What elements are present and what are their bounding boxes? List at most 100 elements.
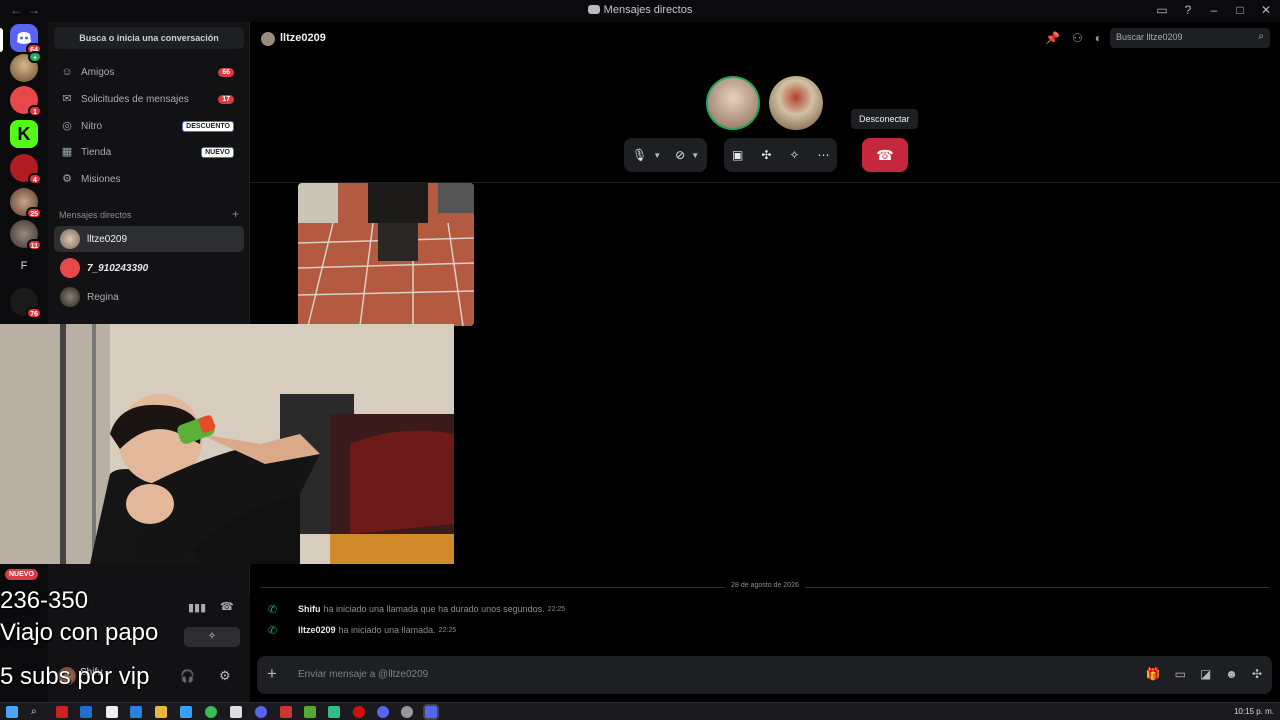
window-controls: ▭ ? – □ ✕: [1154, 2, 1274, 18]
headphones-icon[interactable]: 🎧: [180, 669, 195, 683]
taskbar-app[interactable]: [56, 706, 68, 718]
search-icon[interactable]: ⌕: [31, 706, 43, 718]
nav-label: Tienda: [81, 146, 112, 158]
message-author[interactable]: lltze0209: [298, 625, 336, 635]
dm-item[interactable]: 7_910243390: [54, 255, 244, 281]
soundboard-icon[interactable]: ✧: [789, 148, 799, 162]
channel-header: lltze0209 📌 ⚇ ◐ Buscar lltze0209 ⌕: [250, 22, 1280, 56]
screen-share-icon[interactable]: ▣: [732, 148, 743, 162]
phone-icon: ✆: [268, 624, 278, 637]
kick-server-icon[interactable]: K: [10, 120, 38, 148]
overlay-vip-text: 5 subs por vip: [0, 663, 150, 690]
dm-item[interactable]: lltze0209: [54, 226, 244, 252]
find-conversation-button[interactable]: Busca o inicia una conversación: [54, 27, 244, 49]
attach-plus-icon[interactable]: +: [267, 664, 277, 684]
steam-icon[interactable]: [80, 706, 92, 718]
disconnect-button[interactable]: ☎: [862, 138, 908, 172]
call-system-message: ✆ lltze0209 ha iniciado una llamada. 22:…: [268, 623, 456, 637]
file-explorer-icon[interactable]: [155, 706, 167, 718]
chevron-down-icon[interactable]: ▼: [691, 151, 699, 160]
home-dm-button[interactable]: 64: [10, 24, 42, 55]
chrome-icon[interactable]: [205, 706, 217, 718]
gif-icon[interactable]: ▭: [1175, 667, 1186, 681]
activities-icon[interactable]: ✣: [761, 148, 771, 162]
taskbar-app[interactable]: [328, 706, 340, 718]
server-dark[interactable]: 76: [10, 288, 42, 319]
server-avatar[interactable]: +: [10, 51, 42, 82]
start-windows-icon[interactable]: [6, 706, 18, 718]
nav-quests[interactable]: ⚙ Misiones: [54, 167, 244, 191]
attachment-image: [298, 183, 474, 326]
sticker-icon[interactable]: ◪: [1200, 667, 1211, 681]
discord-taskbar-icon[interactable]: [377, 706, 389, 718]
pin-icon[interactable]: 📌: [1045, 31, 1060, 45]
taskbar-app[interactable]: [180, 706, 192, 718]
server-photo-2[interactable]: 11: [10, 220, 42, 251]
message-author[interactable]: Shifu: [298, 604, 321, 614]
date-separator: 28 de agosto de 2026: [260, 582, 1270, 592]
nav-label: Solicitudes de mensajes: [81, 93, 189, 105]
message-text: ha iniciado una llamada que ha durado un…: [323, 604, 545, 614]
search-input[interactable]: Buscar lltze0209 ⌕: [1110, 28, 1270, 48]
taskbar-app[interactable]: [106, 706, 118, 718]
opera-icon[interactable]: [353, 706, 365, 718]
create-dm-plus-icon[interactable]: +: [232, 208, 239, 220]
discord-active-icon[interactable]: [423, 704, 439, 720]
server-discord-red[interactable]: 1: [10, 86, 42, 117]
voice-activity-icon: ▮▮▮: [188, 602, 207, 614]
message-composer[interactable]: + Enviar mensaje a @lltze0209 🎁 ▭ ◪ ☻ ✣: [257, 656, 1272, 694]
taskbar-app[interactable]: [255, 706, 267, 718]
dm-item[interactable]: Regina: [54, 284, 244, 310]
message-text: ha iniciado una llamada.: [338, 625, 436, 635]
settings-gear-icon[interactable]: ⚙: [219, 668, 231, 684]
nav-label: Misiones: [81, 173, 121, 185]
server-red[interactable]: 4: [10, 154, 42, 185]
dm-name: lltze0209: [87, 233, 128, 245]
minimize-button[interactable]: –: [1206, 2, 1222, 18]
nav-friends[interactable]: ☺ Amigos 66: [54, 60, 244, 84]
chevron-down-icon[interactable]: ▼: [653, 151, 661, 160]
camera-off-icon[interactable]: ⊘: [675, 148, 685, 162]
streamer-webcam-overlay: [0, 324, 454, 564]
taskbar-app[interactable]: [280, 706, 292, 718]
disconnect-tooltip: Desconectar: [851, 109, 918, 129]
taskbar-app[interactable]: [130, 706, 142, 718]
composer-placeholder: Enviar mensaje a @lltze0209: [298, 669, 429, 680]
discount-tag: DESCUENTO: [182, 120, 234, 132]
close-button[interactable]: ✕: [1258, 2, 1274, 18]
count-badge: 17: [218, 94, 234, 104]
gift-icon[interactable]: 🎁: [1146, 667, 1161, 681]
call-participant-avatar[interactable]: [706, 76, 760, 130]
hangup-mini-icon[interactable]: ☎: [220, 600, 234, 613]
new-badge: NUEVO: [5, 569, 38, 580]
selected-indicator: [0, 28, 3, 52]
header-avatar: [261, 32, 275, 46]
emoji-icon[interactable]: ☻: [1225, 667, 1238, 681]
nav-shop[interactable]: ▦ Tienda NUEVO: [54, 140, 244, 164]
nav-message-requests[interactable]: ✉ Solicitudes de mensajes 17: [54, 87, 244, 111]
nav-nitro[interactable]: ◎ Nitro DESCUENTO: [54, 114, 244, 138]
server-folder[interactable]: F: [10, 252, 38, 280]
maximize-button[interactable]: □: [1232, 2, 1248, 18]
search-icon: ⌕: [1258, 31, 1264, 42]
call-participant-avatar[interactable]: [769, 76, 823, 130]
user-profile-icon[interactable]: ◐: [1095, 31, 1102, 45]
taskbar-app[interactable]: [401, 706, 413, 718]
server-photo[interactable]: 25: [10, 188, 42, 219]
help-icon[interactable]: ?: [1180, 2, 1196, 18]
soundboard-button[interactable]: ✧: [184, 627, 240, 647]
hangup-phone-icon: ☎: [876, 147, 894, 163]
avatar: [60, 229, 80, 249]
avatar: [60, 258, 80, 278]
shared-image-attachment[interactable]: [298, 183, 474, 326]
add-friends-icon[interactable]: ⚇: [1072, 31, 1083, 45]
apps-icon[interactable]: ✣: [1252, 667, 1262, 681]
nav-label: Nitro: [81, 120, 103, 132]
taskbar-app[interactable]: [230, 706, 242, 718]
mail-icon: ✉: [62, 93, 72, 105]
inbox-icon[interactable]: ▭: [1154, 2, 1170, 18]
composer-tools: 🎁 ▭ ◪ ☻ ✣: [1146, 667, 1262, 681]
more-options-icon[interactable]: ⋯: [817, 148, 829, 162]
microphone-icon[interactable]: 🎙: [632, 148, 647, 162]
taskbar-app[interactable]: [304, 706, 316, 718]
